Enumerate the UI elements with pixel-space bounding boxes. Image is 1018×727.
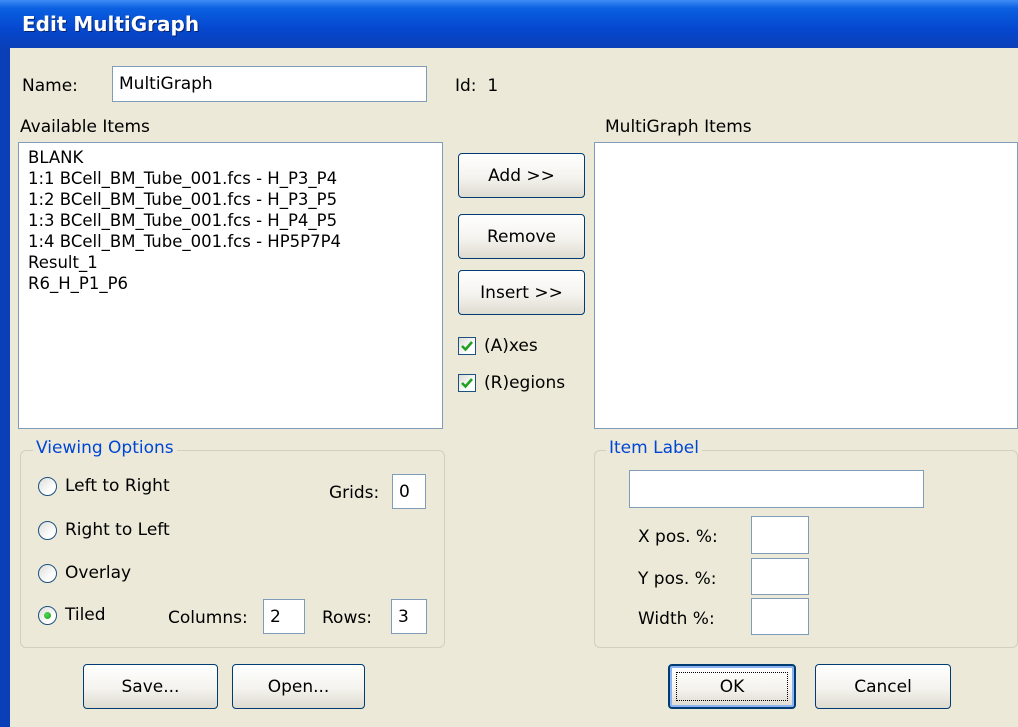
grids-input[interactable]: 0	[392, 474, 426, 509]
x-pos-label: X pos. %:	[638, 527, 718, 547]
list-item[interactable]: 1:3 BCell_BM_Tube_001.fcs - H_P4_P5	[19, 210, 442, 231]
axes-checkbox[interactable]	[458, 337, 476, 355]
ok-button-label: OK	[719, 676, 745, 697]
open-button[interactable]: Open...	[232, 664, 365, 709]
viewing-options-legend: Viewing Options	[33, 438, 177, 458]
name-label: Name:	[22, 76, 78, 96]
multigraph-items-label: MultiGraph Items	[605, 117, 752, 137]
list-item[interactable]: BLANK	[19, 147, 442, 168]
left-to-right-radio[interactable]	[38, 477, 57, 496]
checkmark-icon	[461, 378, 473, 389]
cancel-button[interactable]: Cancel	[815, 664, 951, 709]
id-label: Id: 1	[455, 76, 498, 96]
id-value: 1	[487, 76, 499, 96]
insert-button[interactable]: Insert >>	[458, 270, 585, 315]
id-label-text: Id:	[455, 76, 477, 96]
rows-input[interactable]: 3	[391, 599, 427, 634]
overlay-label[interactable]: Overlay	[65, 563, 131, 583]
window-title: Edit MultiGraph	[22, 12, 200, 36]
columns-input-value: 2	[270, 606, 281, 627]
remove-button-label: Remove	[487, 226, 556, 247]
rows-label: Rows:	[322, 608, 372, 628]
checkmark-icon	[461, 341, 473, 352]
y-pos-label: Y pos. %:	[638, 569, 717, 589]
right-to-left-label[interactable]: Right to Left	[65, 520, 170, 540]
insert-button-label: Insert >>	[480, 282, 563, 303]
remove-button[interactable]: Remove	[458, 214, 585, 259]
regions-checkbox[interactable]	[458, 374, 476, 392]
left-to-right-label[interactable]: Left to Right	[65, 476, 170, 496]
tiled-radio[interactable]	[38, 606, 57, 625]
list-item[interactable]: 1:2 BCell_BM_Tube_001.fcs - H_P3_P5	[19, 189, 442, 210]
add-button-label: Add >>	[488, 165, 555, 186]
radio-selected-dot	[44, 612, 51, 619]
ok-button[interactable]: OK	[668, 664, 796, 709]
width-label: Width %:	[638, 609, 715, 629]
edit-multigraph-dialog: Edit MultiGraph Name: MultiGraph Id: 1 A…	[0, 0, 1018, 727]
available-items-list[interactable]: BLANK 1:1 BCell_BM_Tube_001.fcs - H_P3_P…	[18, 142, 443, 429]
list-item[interactable]: 1:1 BCell_BM_Tube_001.fcs - H_P3_P4	[19, 168, 442, 189]
item-label-input[interactable]	[629, 470, 924, 508]
regions-label[interactable]: (R)egions	[484, 373, 565, 393]
save-button-label: Save...	[121, 676, 180, 697]
list-item[interactable]: Result_1	[19, 252, 442, 273]
title-bar[interactable]: Edit MultiGraph	[0, 0, 1018, 48]
grids-label: Grids:	[329, 483, 380, 503]
cancel-button-label: Cancel	[854, 676, 912, 697]
grids-input-value: 0	[399, 481, 410, 502]
tiled-label[interactable]: Tiled	[65, 605, 106, 625]
width-input[interactable]	[751, 598, 809, 635]
x-pos-input[interactable]	[751, 516, 809, 554]
overlay-radio[interactable]	[38, 564, 57, 583]
item-label-legend: Item Label	[606, 438, 702, 458]
available-items-label: Available Items	[20, 117, 150, 137]
list-item[interactable]: 1:4 BCell_BM_Tube_001.fcs - HP5P7P4	[19, 231, 442, 252]
columns-label: Columns:	[168, 608, 248, 628]
rows-input-value: 3	[398, 606, 409, 627]
window-frame-left	[0, 48, 10, 727]
open-button-label: Open...	[267, 676, 330, 697]
name-input[interactable]: MultiGraph	[112, 66, 427, 102]
multigraph-items-list[interactable]	[594, 142, 1018, 429]
y-pos-input[interactable]	[751, 558, 809, 595]
add-button[interactable]: Add >>	[458, 153, 585, 198]
right-to-left-radio[interactable]	[38, 521, 57, 540]
save-button[interactable]: Save...	[83, 664, 218, 709]
list-item[interactable]: R6_H_P1_P6	[19, 273, 442, 294]
name-input-value: MultiGraph	[119, 74, 213, 94]
axes-label[interactable]: (A)xes	[484, 336, 538, 356]
columns-input[interactable]: 2	[263, 599, 305, 634]
